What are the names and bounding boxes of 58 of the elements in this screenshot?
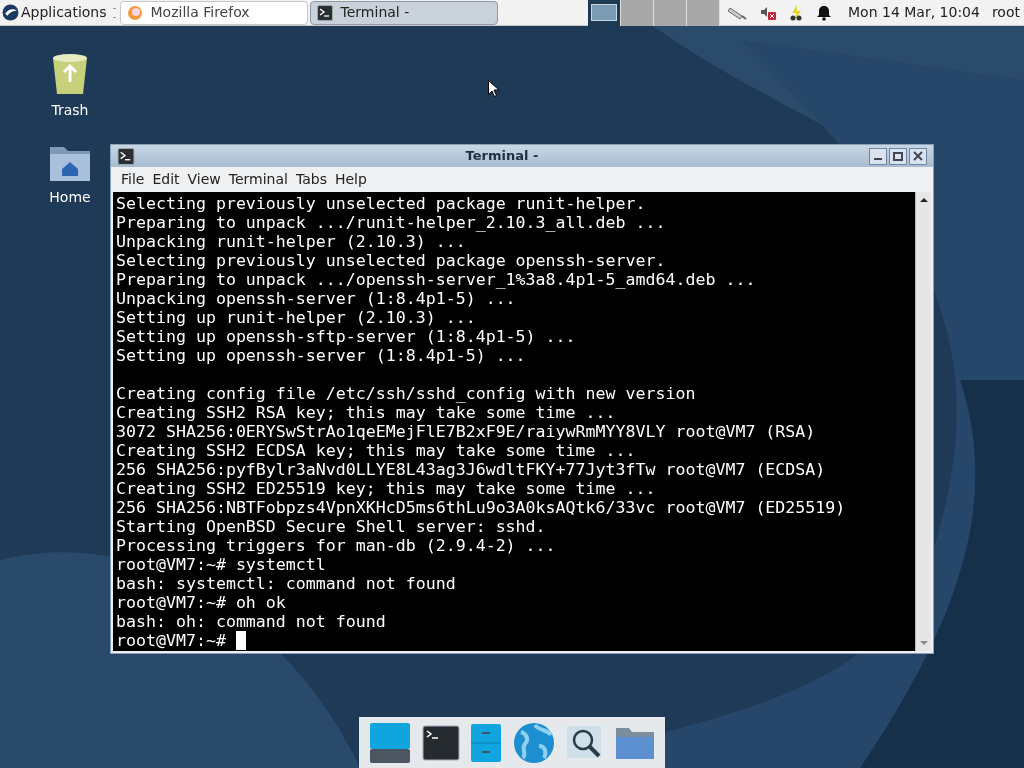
terminal-line: Selecting previously unselected package openssh-server. xyxy=(116,251,666,270)
menu-item[interactable]: Tabs xyxy=(291,169,331,190)
maximize-button[interactable] xyxy=(889,147,907,165)
scrollbar[interactable] xyxy=(915,192,931,651)
terminal-line: Creating SSH2 ECDSA key; this may take some time ... xyxy=(116,441,636,460)
logo-icon xyxy=(2,4,19,21)
terminal-line: Setting up openssh-server (1:8.4p1-5) ... xyxy=(116,346,526,365)
menu-item[interactable]: Edit xyxy=(148,169,184,190)
terminal-line: Creating SSH2 RSA key; this may take some time ... xyxy=(116,403,616,422)
mouse-pointer-icon xyxy=(488,80,499,97)
menu-item[interactable]: File xyxy=(117,169,149,190)
terminal-line: 256 SHA256:NBTFobpzs4VpnXKHcD5ms6thLu9o3A0ksAQtk6/33vc root@VM7 (ED25519) xyxy=(116,498,846,517)
terminal-line: Unpacking runit-helper (2.10.3) ... xyxy=(116,232,466,251)
terminal-icon xyxy=(117,147,135,165)
terminal-line: 3072 SHA256:0ERYSwStrAo1qeEMejFlE7B2xF9E/raiywRmMYY8VLY root@VM7 (RSA) xyxy=(116,422,816,441)
terminal-icon xyxy=(316,4,333,21)
workspace-button[interactable] xyxy=(588,0,621,26)
terminal-line: Creating config file /etc/ssh/sshd_config with new version xyxy=(116,384,696,403)
user-name[interactable]: root xyxy=(991,2,1024,23)
desktop-icon-label[interactable]: Trash xyxy=(51,100,89,121)
close-icon xyxy=(913,151,923,161)
desktop-icon[interactable] xyxy=(368,721,411,764)
scroll-up-arrow-icon[interactable] xyxy=(918,195,929,205)
terminal-line: bash: oh: command not found xyxy=(116,612,386,631)
terminal-prompt: root@VM7:~# xyxy=(116,631,226,650)
menu-item[interactable]: Terminal xyxy=(224,169,292,190)
minimize-button[interactable] xyxy=(869,147,887,165)
window-title: Terminal - xyxy=(464,147,540,166)
terminal-line: root@VM7:~# systemctl xyxy=(116,555,326,574)
scroll-down-arrow-icon[interactable] xyxy=(918,638,929,648)
desktop-icon-label[interactable]: Home xyxy=(49,187,91,208)
terminal-line: Processing triggers for man-db (2.9.4-2) ... xyxy=(116,536,556,555)
terminal-line: Unpacking openssh-server (1:8.4p1-5) ... xyxy=(116,289,516,308)
task-button[interactable]: Terminal - xyxy=(309,0,498,25)
terminal-line: Preparing to unpack .../runit-helper_2.10.3_all.deb ... xyxy=(116,213,666,232)
terminal-line: Creating SSH2 ED25519 key; this may take some time ... xyxy=(116,479,656,498)
terminal-line: Setting up runit-helper (2.10.3) ... xyxy=(116,308,476,327)
search-icon[interactable] xyxy=(565,724,604,761)
terminal-line: 256 SHA256:pyfBylr3aNvd0LLYE8L43ag3J6wdltFKY+77Jyt3fTw root@VM7 (ECDSA) xyxy=(116,460,826,479)
file-cabinet-icon[interactable] xyxy=(471,723,502,762)
bell-icon xyxy=(816,4,832,21)
terminal-line: Selecting previously unselected package runit-helper. xyxy=(116,194,646,213)
applications-menu[interactable]: Applications xyxy=(21,2,107,23)
menu-item[interactable]: Help xyxy=(330,169,371,190)
task-button[interactable]: Mozilla Firefox xyxy=(119,0,308,25)
text-cursor xyxy=(235,631,246,650)
folder-icon[interactable] xyxy=(615,725,656,760)
clock[interactable]: Mon 14 Mar, 10:04 xyxy=(848,2,980,23)
terminal-line: Preparing to unpack .../openssh-server_1%3a8.4p1-5_amd64.deb ... xyxy=(116,270,756,289)
close-button[interactable] xyxy=(909,147,927,165)
terminal-line: Setting up openssh-sftp-server (1:8.4p1-5) ... xyxy=(116,327,576,346)
terminal-line: Starting OpenBSD Secure Shell server: sshd. xyxy=(116,517,546,536)
power-plug-icon xyxy=(788,4,804,21)
terminal-icon[interactable] xyxy=(422,724,460,761)
terminal-line: bash: systemctl: command not found xyxy=(116,574,456,593)
menu-item[interactable]: View xyxy=(183,169,225,190)
globe-icon[interactable] xyxy=(512,721,555,764)
terminal-line: root@VM7:~# oh ok xyxy=(116,593,286,612)
